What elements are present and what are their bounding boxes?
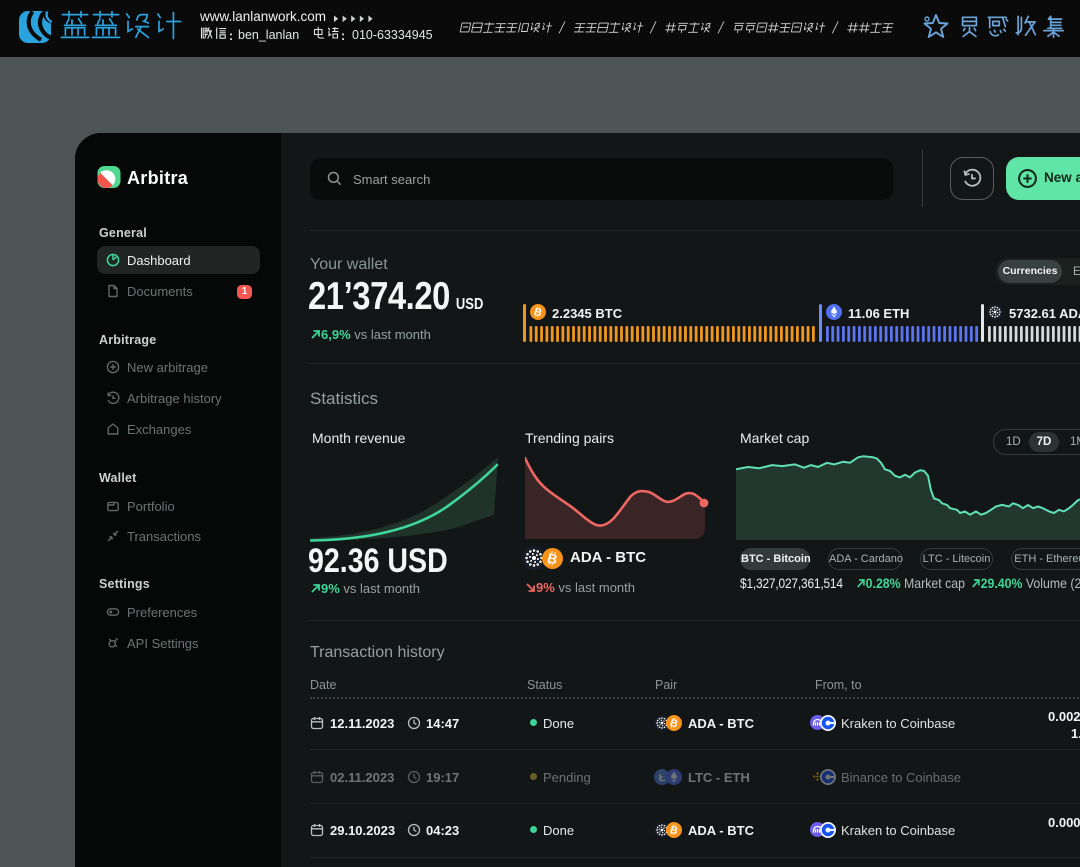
svg-text:Ł: Ł (659, 773, 666, 784)
